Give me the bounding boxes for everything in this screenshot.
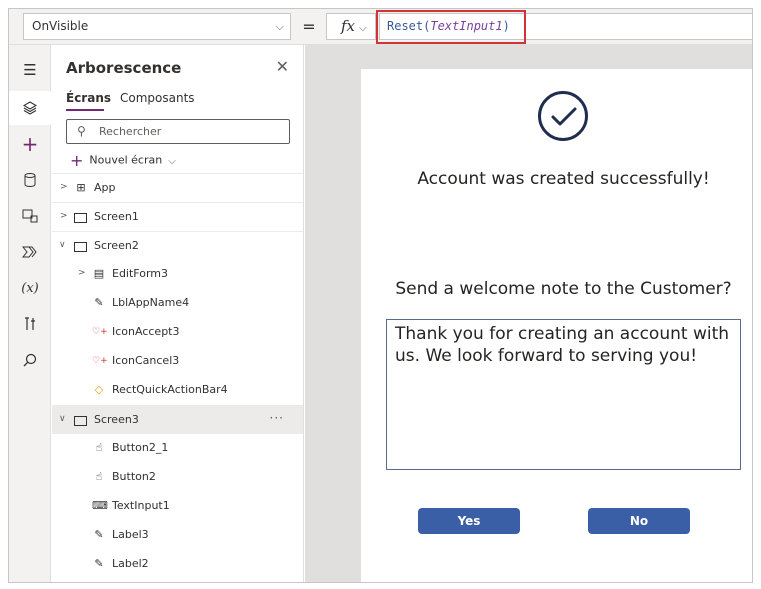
tree-item-label: Label2 bbox=[112, 557, 149, 570]
tree-item-label: Button2_1 bbox=[112, 441, 169, 454]
rectangle-shape-icon: ◇ bbox=[94, 383, 104, 396]
insert-plus-icon[interactable]: + bbox=[9, 127, 51, 161]
welcome-note-input[interactable]: Thank you for creating an account with u… bbox=[386, 319, 741, 470]
formula-highlight-box bbox=[376, 10, 526, 44]
tree-item-screen1[interactable]: > Screen1 bbox=[52, 202, 303, 231]
tree-item-textinput1[interactable]: ⌨ TextInput1 bbox=[52, 492, 303, 521]
tree-item-editform3[interactable]: > ▤ EditForm3 bbox=[52, 260, 303, 289]
success-label: Account was created successfully! bbox=[417, 169, 710, 189]
label-edit-icon: ✎ bbox=[94, 528, 104, 541]
yes-button[interactable]: Yes bbox=[418, 508, 520, 534]
media-icon[interactable] bbox=[9, 199, 51, 233]
tree-item-label3[interactable]: ✎ Label3 bbox=[52, 521, 303, 550]
chevron-down-icon: ⌵ bbox=[168, 155, 176, 167]
variables-icon[interactable]: (x) bbox=[9, 271, 51, 305]
question-label: Send a welcome note to the Customer? bbox=[395, 279, 732, 299]
plus-icon: + bbox=[70, 151, 84, 170]
tree-item-lblappname4[interactable]: ✎ LblAppName4 bbox=[52, 289, 303, 318]
tree-item-label: EditForm3 bbox=[112, 267, 169, 280]
tree-item-app[interactable]: > ⊞ App bbox=[52, 173, 303, 202]
screen-icon bbox=[74, 213, 87, 223]
fx-icon: fx bbox=[341, 17, 356, 35]
tree-item-label: Screen3 bbox=[94, 413, 139, 426]
button-control-icon: ☝ bbox=[95, 441, 103, 454]
text-input-icon: ⌨ bbox=[92, 499, 108, 512]
search-input[interactable]: ⚲ Rechercher bbox=[66, 119, 290, 144]
power-automate-icon[interactable] bbox=[9, 235, 51, 269]
close-icon[interactable]: ✕ bbox=[276, 57, 289, 76]
tree-view-panel: Arborescence ✕ Écrans Composants ⚲ Reche… bbox=[52, 45, 304, 582]
fx-button[interactable]: fx ⌵ bbox=[326, 13, 376, 40]
screen-icon bbox=[74, 416, 87, 426]
tree-item-label: Button2 bbox=[112, 470, 156, 483]
property-dropdown[interactable]: OnVisible ⌵ bbox=[23, 13, 291, 40]
search-icon[interactable] bbox=[9, 343, 51, 377]
tree-item-screen2[interactable]: ∨ Screen2 bbox=[52, 231, 303, 260]
chevron-down-icon: ∨ bbox=[59, 414, 66, 424]
chevron-down-icon: ⌵ bbox=[275, 20, 284, 33]
active-tab-indicator bbox=[66, 109, 104, 111]
tree-item-rectquickactionbar4[interactable]: ◇ RectQuickActionBar4 bbox=[52, 376, 303, 405]
search-placeholder: Rechercher bbox=[99, 125, 162, 138]
tree-item-button2[interactable]: ☝ Button2 bbox=[52, 463, 303, 492]
tree-item-label: App bbox=[94, 181, 116, 194]
hamburger-menu-icon[interactable]: ☰ bbox=[9, 53, 51, 87]
tree-item-iconaccept3[interactable]: ♡+ IconAccept3 bbox=[52, 318, 303, 347]
icon-control-icon: ♡+ bbox=[92, 356, 108, 366]
form-icon: ▤ bbox=[93, 267, 105, 280]
tree-item-label: Label3 bbox=[112, 528, 149, 541]
tree-item-label: Screen1 bbox=[94, 210, 139, 223]
tree-item-label: Screen2 bbox=[94, 239, 139, 252]
check-circle-icon bbox=[538, 91, 588, 141]
left-rail: ☰ + (x) bbox=[9, 45, 51, 582]
new-screen-label: Nouvel écran bbox=[89, 153, 163, 167]
tree-item-label: LblAppName4 bbox=[112, 296, 190, 309]
chevron-right-icon: > bbox=[78, 268, 86, 278]
tree-item-screen3[interactable]: ∨ Screen3 ··· bbox=[52, 405, 303, 434]
chevron-right-icon: > bbox=[60, 211, 68, 221]
tree-item-label: IconAccept3 bbox=[112, 325, 180, 338]
app-screen[interactable]: Account was created successfully! Send a… bbox=[361, 69, 752, 582]
tree-item-label2[interactable]: ✎ Label2 bbox=[52, 550, 303, 579]
chevron-right-icon: > bbox=[60, 182, 68, 192]
search-icon: ⚲ bbox=[77, 124, 86, 138]
tab-screens[interactable]: Écrans bbox=[66, 91, 111, 105]
tree-view-title: Arborescence bbox=[66, 59, 182, 77]
layers-icon[interactable] bbox=[9, 91, 51, 125]
tree-list: > ⊞ App > Screen1 ∨ Screen2 > ▤ EditForm… bbox=[52, 173, 303, 579]
chevron-down-icon: ⌵ bbox=[359, 23, 367, 34]
new-screen-button[interactable]: + Nouvel écran ⌵ bbox=[70, 151, 176, 170]
design-canvas: Account was created successfully! Send a… bbox=[305, 45, 752, 582]
tree-item-button2-1[interactable]: ☝ Button2_1 bbox=[52, 434, 303, 463]
icon-control-icon: ♡+ bbox=[92, 327, 108, 337]
tree-item-label: RectQuickActionBar4 bbox=[112, 383, 228, 396]
label-edit-icon: ✎ bbox=[94, 296, 104, 309]
equals-sign: = bbox=[302, 17, 316, 36]
data-cylinder-icon[interactable] bbox=[9, 163, 51, 197]
tools-icon[interactable] bbox=[9, 307, 51, 341]
tree-item-iconcancel3[interactable]: ♡+ IconCancel3 bbox=[52, 347, 303, 376]
tree-item-label: TextInput1 bbox=[112, 499, 170, 512]
property-value: OnVisible bbox=[32, 19, 89, 33]
tree-item-label: IconCancel3 bbox=[112, 354, 180, 367]
label-edit-icon: ✎ bbox=[94, 557, 104, 570]
formula-bar: OnVisible ⌵ = fx ⌵ Reset(TextInput1) bbox=[9, 9, 752, 45]
tab-components[interactable]: Composants bbox=[120, 91, 195, 105]
screen-icon bbox=[74, 242, 87, 252]
more-options-icon[interactable]: ··· bbox=[270, 411, 284, 425]
app-grid-icon: ⊞ bbox=[76, 181, 86, 194]
no-button[interactable]: No bbox=[588, 508, 690, 534]
button-control-icon: ☝ bbox=[95, 470, 103, 483]
chevron-down-icon: ∨ bbox=[59, 240, 66, 250]
app-window: OnVisible ⌵ = fx ⌵ Reset(TextInput1) ☰ + … bbox=[8, 8, 753, 583]
